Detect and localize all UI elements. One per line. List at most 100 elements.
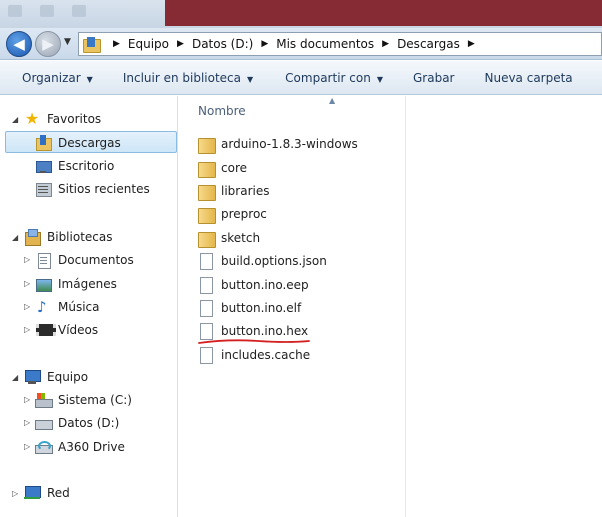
expand-libraries-icon[interactable]: ◢ <box>12 233 18 242</box>
share-with-button[interactable]: Compartir con ▼ <box>285 71 383 85</box>
breadcrumb-chevron-icon[interactable]: ▶ <box>177 39 184 49</box>
nav-sistema-c-label: Sistema (C:) <box>58 393 132 407</box>
list-item[interactable]: preproc <box>198 203 267 225</box>
file-name: sketch <box>221 231 261 245</box>
expand-documentos-icon[interactable]: ▷ <box>24 255 30 264</box>
undo-icon <box>72 5 86 17</box>
expand-sistema-icon[interactable]: ▷ <box>24 395 30 404</box>
nav-imagenes[interactable]: Imágenes <box>35 274 117 294</box>
burn-button[interactable]: Grabar <box>413 71 455 85</box>
libraries-icon <box>24 229 41 246</box>
nav-equipo[interactable]: Equipo <box>24 367 88 387</box>
nav-descargas-label: Descargas <box>58 136 121 150</box>
list-item[interactable]: libraries <box>198 180 269 202</box>
column-divider[interactable] <box>405 96 406 517</box>
list-item[interactable]: button.ino.elf <box>198 297 301 319</box>
list-item[interactable]: button.ino.eep <box>198 274 309 296</box>
file-name: includes.cache <box>221 348 311 362</box>
nav-documentos-label: Documentos <box>58 253 134 267</box>
file-icon <box>198 277 214 294</box>
nav-descargas[interactable]: Descargas <box>35 133 121 153</box>
nav-favoritos-label: Favoritos <box>47 112 102 126</box>
nav-sitios-recientes[interactable]: Sitios recientes <box>35 179 150 199</box>
recent-locations-chevron-icon[interactable]: ▼ <box>64 37 71 47</box>
navigation-pane: ◢ ★ Favoritos Descargas Escritorio Sitio… <box>0 96 178 517</box>
nav-datos-d-label: Datos (D:) <box>58 416 120 430</box>
expand-videos-icon[interactable]: ▷ <box>24 325 30 334</box>
file-name: arduino-1.8.3-windows <box>221 137 358 151</box>
new-folder-button[interactable]: Nueva carpeta <box>484 71 572 85</box>
nav-musica-label: Música <box>58 300 100 314</box>
expand-network-icon[interactable]: ▷ <box>12 489 18 498</box>
address-bar[interactable]: ▶ Equipo ▶ Datos (D:) ▶ Mis documentos ▶… <box>78 32 602 56</box>
video-icon <box>35 322 56 338</box>
folder-icon <box>198 137 216 154</box>
pictures-icon <box>35 276 52 292</box>
list-item[interactable]: core <box>198 157 247 179</box>
expand-datos-icon[interactable]: ▷ <box>24 418 30 427</box>
nav-sistema-c[interactable]: Sistema (C:) <box>35 390 132 410</box>
expand-favorites-icon[interactable]: ◢ <box>12 115 18 124</box>
breadcrumb-chevron-icon[interactable]: ▶ <box>261 39 268 49</box>
forward-button[interactable]: ▶ <box>35 31 61 57</box>
document-icon <box>35 252 51 269</box>
file-name: button.ino.elf <box>221 301 302 315</box>
chevron-down-icon: ▼ <box>376 74 383 84</box>
nav-escritorio[interactable]: Escritorio <box>35 156 114 176</box>
sort-ascending-icon: ▲ <box>329 96 336 105</box>
column-header-nombre[interactable]: Nombre ▲ <box>179 96 405 126</box>
breadcrumb-descargas[interactable]: Descargas <box>397 37 460 51</box>
folder-icon <box>198 231 216 248</box>
nav-a360-drive[interactable]: A360 Drive <box>35 437 125 457</box>
list-item[interactable]: build.options.json <box>198 250 327 272</box>
title-bar-background <box>165 0 602 26</box>
computer-icon <box>24 369 41 385</box>
organize-button[interactable]: Organizar ▼ <box>22 71 93 85</box>
nav-a360-drive-label: A360 Drive <box>58 440 125 454</box>
breadcrumb-equipo[interactable]: Equipo <box>128 37 169 51</box>
downloads-folder-icon <box>35 135 52 151</box>
folder-icon <box>198 184 216 201</box>
annotation-stroke <box>198 339 310 344</box>
file-name: libraries <box>221 184 270 198</box>
cloud-drive-icon <box>35 439 53 455</box>
include-library-button[interactable]: Incluir en biblioteca ▼ <box>123 71 253 85</box>
list-item[interactable]: arduino-1.8.3-windows <box>198 133 358 155</box>
star-icon: ★ <box>24 109 40 128</box>
expand-imagenes-icon[interactable]: ▷ <box>24 279 30 288</box>
nav-documentos[interactable]: Documentos <box>35 250 134 270</box>
nav-equipo-label: Equipo <box>47 370 89 384</box>
system-drive-icon <box>35 392 53 408</box>
recent-places-icon <box>35 181 52 197</box>
file-icon <box>198 323 214 340</box>
list-item[interactable]: sketch <box>198 227 260 249</box>
column-header-label: Nombre <box>198 104 246 118</box>
desktop-icon <box>35 158 52 174</box>
breadcrumb-chevron-icon[interactable]: ▶ <box>382 39 389 49</box>
file-name: core <box>221 161 247 175</box>
file-icon <box>198 347 214 364</box>
file-name: button.ino.eep <box>221 278 309 292</box>
breadcrumb-chevron-icon[interactable]: ▶ <box>468 39 475 49</box>
expand-a360-icon[interactable]: ▷ <box>24 442 30 451</box>
expand-computer-icon[interactable]: ◢ <box>12 373 18 382</box>
window-title-bar <box>0 0 602 28</box>
nav-bibliotecas[interactable]: Bibliotecas <box>24 227 112 247</box>
nav-musica[interactable]: Música <box>35 297 100 317</box>
nav-datos-d[interactable]: Datos (D:) <box>35 413 119 433</box>
nav-imagenes-label: Imágenes <box>58 277 117 291</box>
nav-bibliotecas-label: Bibliotecas <box>47 230 113 244</box>
folder-icon <box>198 207 216 224</box>
include-library-label: Incluir en biblioteca <box>122 70 242 85</box>
back-button[interactable]: ◀ <box>6 31 32 57</box>
breadcrumb-chevron-icon[interactable]: ▶ <box>113 39 120 49</box>
network-icon <box>24 485 41 501</box>
nav-red[interactable]: Red <box>24 483 70 503</box>
nav-videos[interactable]: Vídeos <box>35 320 98 340</box>
arrow-right-icon: ▶ <box>42 35 54 53</box>
nav-favoritos[interactable]: ★ Favoritos <box>24 109 101 129</box>
breadcrumb-datos[interactable]: Datos (D:) <box>192 37 253 51</box>
list-item[interactable]: includes.cache <box>198 344 310 366</box>
expand-musica-icon[interactable]: ▷ <box>24 302 30 311</box>
breadcrumb-mis-documentos[interactable]: Mis documentos <box>276 37 374 51</box>
